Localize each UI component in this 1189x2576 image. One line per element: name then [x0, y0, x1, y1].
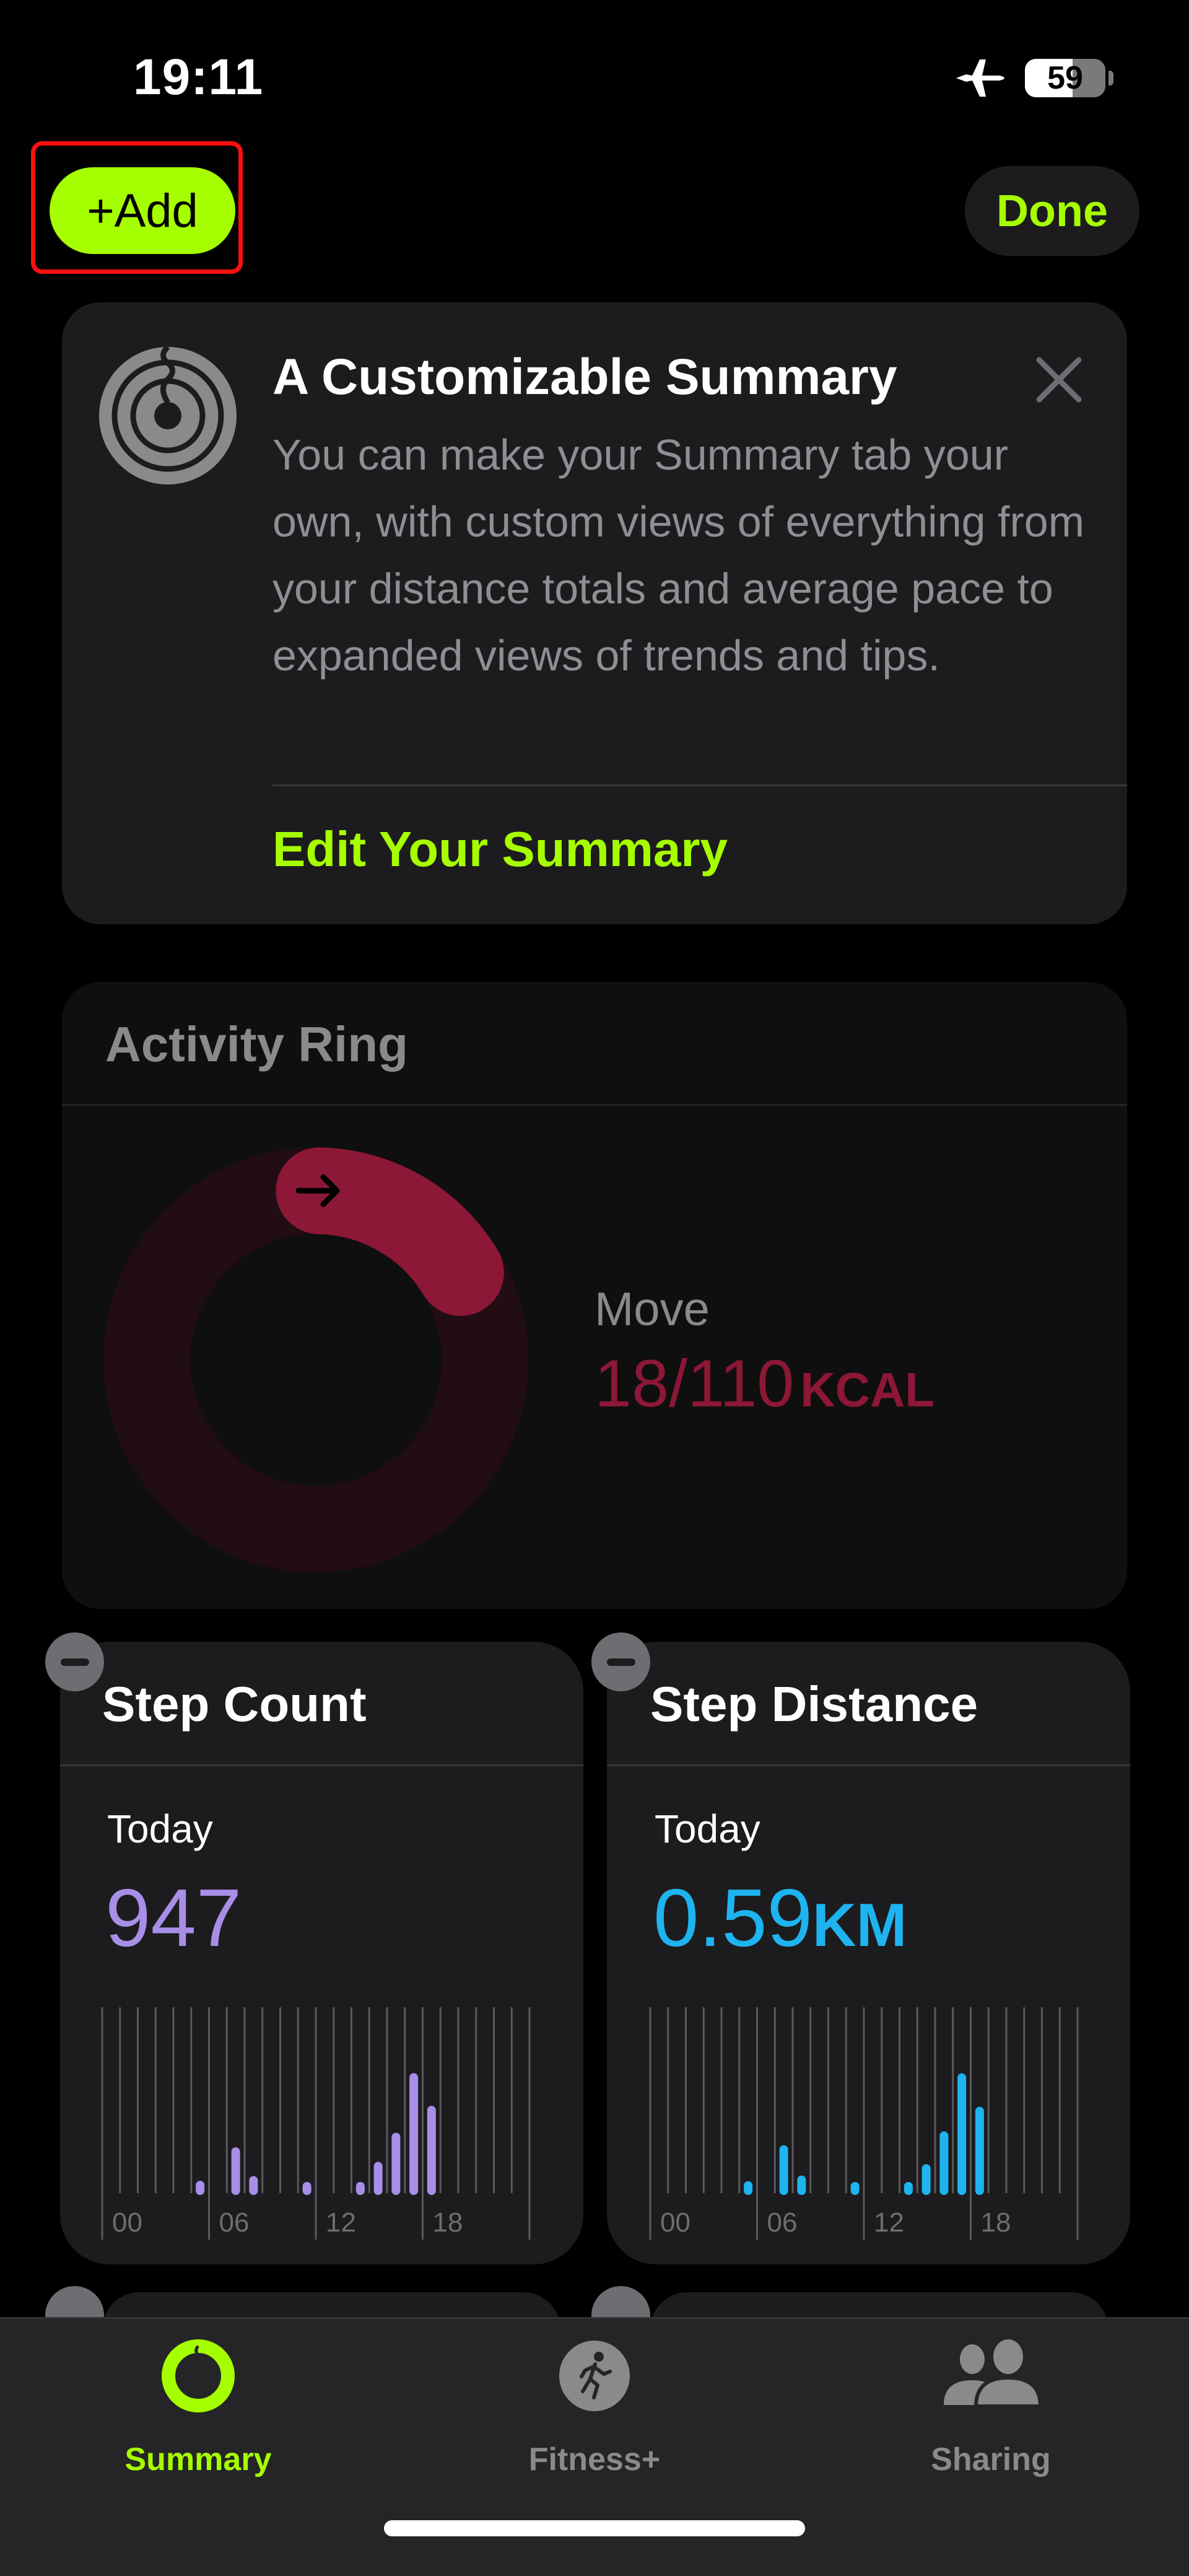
move-unit: KCAL — [800, 1362, 934, 1417]
move-ring-progress — [276, 1147, 504, 1316]
activity-ring-title: Activity Ring — [105, 1017, 408, 1072]
edit-your-summary-link[interactable]: Edit Your Summary — [272, 821, 728, 878]
x-tick-label: 18 — [433, 2207, 463, 2238]
running-figure-icon — [559, 2341, 630, 2411]
move-label: Move — [594, 1283, 710, 1336]
divider — [607, 1764, 1130, 1766]
tab-sharing[interactable]: Sharing — [867, 2336, 1115, 2478]
remove-step-count-button[interactable] — [45, 1632, 104, 1691]
step-count-chart: 00 06 12 18 — [101, 2007, 531, 2240]
summary-tip-description: You can make your Summary tab your own, … — [272, 431, 1085, 680]
x-tick-label: 12 — [874, 2207, 904, 2238]
x-tick-label: 00 — [112, 2207, 142, 2238]
step-count-title: Step Count — [102, 1676, 367, 1732]
status-time: 19:11 — [133, 49, 264, 105]
x-tick-label: 06 — [219, 2207, 250, 2238]
divider — [272, 784, 1127, 786]
step-distance-period: Today — [655, 1807, 760, 1851]
x-tick-label: 12 — [326, 2207, 356, 2238]
step-distance-chart: 00 06 12 18 — [649, 2007, 1079, 2240]
close-icon[interactable] — [1035, 356, 1082, 403]
move-value-number: 18/110 — [594, 1346, 795, 1421]
step-count-value: 947 — [105, 1872, 242, 1963]
battery-tip — [1108, 71, 1113, 85]
divider — [60, 1764, 583, 1766]
x-tick-label: 18 — [981, 2207, 1011, 2238]
move-value: 18/110 KCAL — [594, 1344, 934, 1422]
add-button[interactable]: +Add — [50, 167, 235, 254]
divider — [62, 1104, 1127, 1106]
step-count-period: Today — [107, 1807, 213, 1851]
home-indicator[interactable] — [384, 2520, 805, 2536]
done-button[interactable]: Done — [965, 166, 1139, 256]
step-distance-unit: KM — [812, 1891, 907, 1959]
remove-step-distance-button[interactable] — [591, 1632, 650, 1691]
summary-tip-title: A Customizable Summary — [272, 349, 897, 405]
minus-icon — [606, 1658, 635, 1666]
activity-ring-icon — [162, 2339, 235, 2412]
people-icon — [944, 2339, 1043, 2408]
battery-percent: 59 — [1047, 60, 1083, 96]
tab-label: Summary — [124, 2442, 272, 2477]
step-distance-value: 0.59KM — [653, 1871, 907, 1965]
step-distance-title: Step Distance — [650, 1676, 978, 1732]
tab-fitness-plus[interactable]: Fitness+ — [471, 2336, 718, 2478]
minus-icon — [60, 1658, 89, 1666]
tab-summary[interactable]: Summary — [74, 2336, 322, 2478]
step-distance-number: 0.59 — [653, 1872, 812, 1963]
activity-rings-icon — [99, 347, 237, 484]
battery-indicator: 59 — [1025, 59, 1105, 97]
airplane-mode-icon — [956, 59, 1004, 97]
tab-label: Fitness+ — [528, 2442, 661, 2477]
tab-label: Sharing — [931, 2442, 1051, 2477]
move-ring — [103, 1147, 528, 1572]
x-tick-label: 00 — [660, 2207, 690, 2238]
x-tick-label: 06 — [767, 2207, 798, 2238]
